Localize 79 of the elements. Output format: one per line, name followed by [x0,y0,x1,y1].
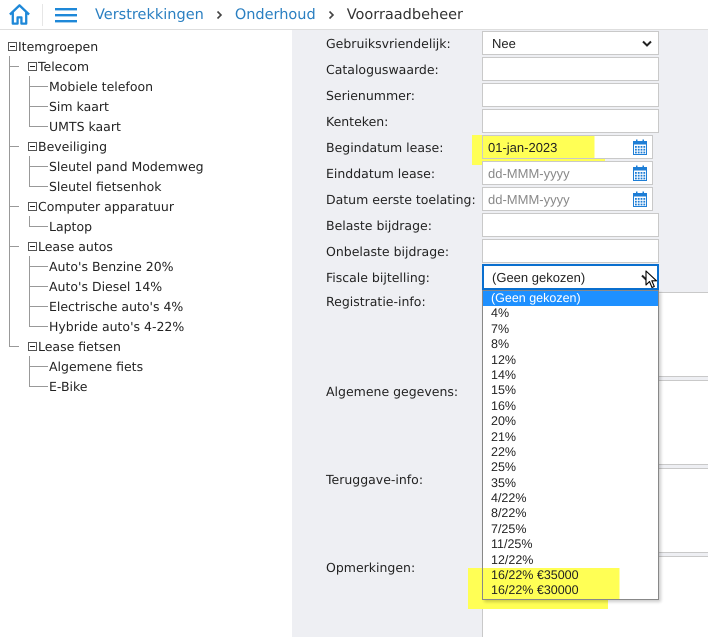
dropdown-option[interactable]: 4% [483,306,658,322]
date-field[interactable]: dd-MMM-yyyy [482,187,653,211]
field-label: Registratie-info: [326,293,427,311]
input-field[interactable] [482,83,659,107]
dropdown-option[interactable]: 20% [483,414,658,430]
input-field[interactable] [482,109,659,133]
dropdown-option[interactable]: 4/22% [483,491,658,506]
date-field[interactable]: dd-MMM-yyyy [482,161,653,185]
collapse-icon[interactable] [8,42,17,50]
field-label: Belaste bijdrage: [326,216,433,235]
collapse-icon[interactable] [28,202,37,210]
field-label: Algemene gegevens: [326,383,460,401]
calendar-icon[interactable] [633,139,647,155]
tree-item[interactable]: Laptop [40,218,92,234]
tree-item[interactable]: Lease fietsen [37,338,121,354]
field-label: Gebruiksvriendelijk: [326,34,452,53]
dropdown-option[interactable]: 8/22% [483,506,658,522]
dropdown-option[interactable]: 11/25% [483,537,658,553]
tree-item[interactable]: Telecom [37,58,90,74]
field-label: Fiscale bijtelling: [326,268,431,287]
field-label: Opmerkingen: [326,559,416,577]
calendar-icon[interactable] [633,165,647,181]
home-icon[interactable] [8,3,31,26]
input-field[interactable] [482,213,659,237]
dropdown-option[interactable]: 8% [483,337,658,353]
field-label: Onbelaste bijdrage: [326,242,450,261]
calendar-icon[interactable] [633,191,647,207]
dropdown-option[interactable]: 7% [483,322,658,338]
tree-item[interactable]: Beveiliging [37,138,108,154]
cursor-icon [645,270,658,289]
caret-icon [642,40,652,46]
dropdown-option[interactable]: 14% [483,368,658,384]
breadcrumb-link[interactable]: Verstrekkingen [95,6,204,22]
tree-item[interactable]: Computer apparatuur [37,198,174,214]
dropdown-option[interactable]: 7/25% [483,522,658,538]
menu-icon[interactable] [55,6,77,22]
date-field[interactable]: 01-jan-2023 [482,135,653,159]
tree-item[interactable]: Auto's Benzine 20% [40,258,174,274]
tree-item[interactable]: Sleutel pand Modemweg [40,158,204,174]
tree-item[interactable]: Lease autos [37,238,113,254]
field-label: Cataloguswaarde: [326,60,440,79]
field-label: Kenteken: [326,112,390,130]
tree-item[interactable]: UMTS kaart [40,118,121,134]
tree-item[interactable]: Sleutel fietsenhok [40,178,162,194]
tree-item[interactable]: Sim kaart [40,98,109,114]
chevron-icon [328,10,335,20]
dropdown-option[interactable]: 16/22% €30000 [483,583,658,599]
dropdown-option[interactable]: 22% [483,444,658,460]
tree-item[interactable]: Algemene fiets [40,358,144,374]
input-field[interactable] [482,239,659,263]
field-label: Begindatum lease: [326,138,444,157]
breadcrumb-link[interactable]: Onderhoud [234,6,316,22]
dropdown-option[interactable]: 12/22% [483,552,658,568]
field-label: Einddatum lease: [326,164,436,182]
dropdown-option[interactable]: 25% [483,460,658,476]
tree-item[interactable]: Electrische auto's 4% [40,298,184,314]
input-field[interactable] [482,57,659,81]
tree-item[interactable]: Mobiele telefoon [40,78,154,94]
tree-item[interactable]: Itemgroepen [17,38,98,54]
field-label: Datum eerste toelating: [326,190,477,209]
tree-item[interactable]: E-Bike [40,378,88,394]
page-title: Voorraadbeheer [346,6,464,22]
dropdown-option[interactable]: 21% [483,430,658,445]
dropdown[interactable]: (Geen gekozen) [482,264,659,290]
dropdown-option[interactable]: 12% [483,352,658,368]
collapse-icon[interactable] [28,62,37,70]
tree-item[interactable]: Hybride auto's 4-22% [40,318,184,334]
collapse-icon[interactable] [28,242,37,250]
dropdown-option[interactable]: 16/22% €35000 [483,568,658,584]
collapse-icon[interactable] [28,342,37,350]
tree-item[interactable]: Auto's Diesel 14% [40,278,162,294]
dropdown-option[interactable]: 15% [483,383,658,399]
dropdown-option[interactable]: 35% [483,476,658,492]
dropdown-option[interactable]: 16% [483,398,658,414]
collapse-icon[interactable] [28,142,37,150]
field-label: Serienummer: [326,86,416,104]
dropdown[interactable]: Nee [482,31,659,55]
field-label: Teruggave-info: [326,471,424,489]
chevron-icon [216,10,223,20]
